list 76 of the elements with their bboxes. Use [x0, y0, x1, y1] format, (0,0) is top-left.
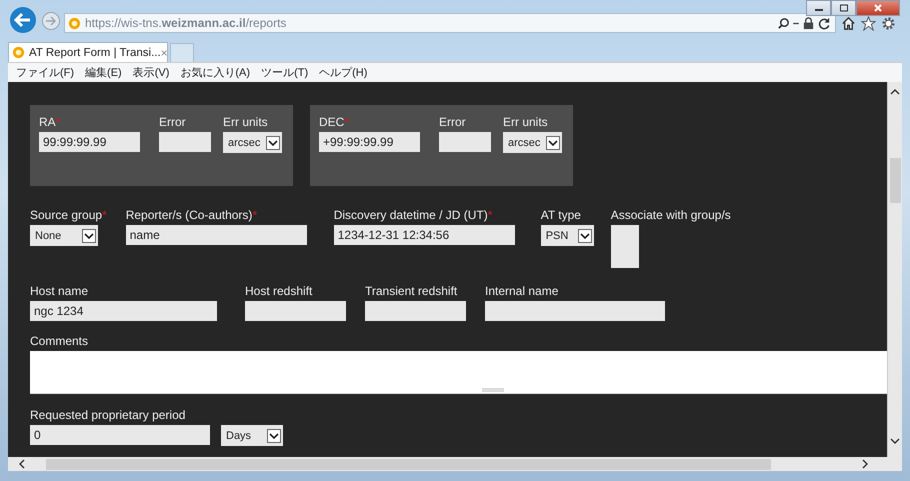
field-label: RA* [39, 115, 62, 129]
field-label: AT type [540, 208, 582, 222]
caret-icon [266, 136, 280, 150]
lock-icon[interactable] [802, 16, 815, 30]
scroll-right-icon[interactable] [861, 459, 869, 469]
maximize-button[interactable] [831, 0, 856, 16]
field-label: Comments [30, 334, 90, 348]
caret-icon [82, 228, 96, 242]
back-icon[interactable] [9, 6, 37, 34]
field-label: Requested proprietary period [30, 408, 186, 422]
vertical-scrollbar[interactable] [887, 82, 902, 457]
field-label: Source group* [30, 208, 107, 222]
required-mark: * [344, 115, 350, 129]
field-label: Associate with group/s [610, 208, 731, 222]
menu-item[interactable]: 表示(V) [132, 65, 170, 80]
field-label: Reporter/s (Co-authors)* [126, 208, 258, 222]
minimize-button[interactable] [806, 0, 831, 16]
scroll-up-icon[interactable] [890, 88, 900, 96]
caret-icon [546, 136, 560, 150]
coordinate-input[interactable]: +99:99:99.99 [319, 132, 420, 152]
menu-item[interactable]: 編集(E) [85, 65, 122, 80]
error-input[interactable] [159, 132, 211, 152]
site-icon [12, 46, 25, 59]
menu-item[interactable]: ツール(T) [261, 65, 308, 80]
required-mark: * [56, 115, 60, 129]
field-label: DEC* [319, 115, 350, 129]
field-label: Discovery datetime / JD (UT)* [334, 208, 494, 222]
menu-item[interactable]: ファイル(F) [16, 65, 74, 80]
resize-grip-icon [482, 388, 504, 392]
text-input[interactable] [245, 301, 346, 321]
star-icon[interactable] [861, 16, 876, 30]
field-label: Host name [30, 284, 90, 298]
menu-item[interactable]: ヘルプ(H) [319, 65, 368, 80]
caret-icon [578, 228, 592, 242]
settings-icon[interactable] [881, 16, 896, 30]
scroll-left-icon[interactable] [18, 459, 26, 469]
tab-close-button[interactable]: × [160, 46, 168, 60]
field-label: Host redshift [245, 284, 314, 298]
search-icon[interactable] [777, 16, 790, 30]
text-input[interactable]: name [126, 225, 307, 245]
required-mark: * [102, 208, 107, 222]
maximize-icon [838, 4, 848, 12]
required-mark: * [488, 208, 492, 222]
units-select[interactable]: arcsec [503, 132, 562, 153]
text-input[interactable]: 1234-12-31 12:34:56 [334, 225, 515, 245]
close-button[interactable] [856, 0, 900, 16]
site-icon [68, 16, 81, 30]
text-input[interactable]: ngc 1234 [30, 301, 217, 321]
scrollbar-thumb[interactable] [46, 458, 771, 470]
refresh-icon[interactable] [818, 16, 831, 30]
close-icon [873, 4, 883, 12]
scrollbar-thumb[interactable] [890, 158, 900, 203]
units-select[interactable]: arcsec [223, 132, 282, 153]
menu-item[interactable]: お気に入り(A) [180, 65, 250, 80]
field-label: Internal name [485, 284, 560, 298]
field-label: Error [439, 115, 467, 129]
tab-title: AT Report Form | Transi... [29, 46, 161, 58]
text-input[interactable] [365, 301, 466, 321]
coordinate-input[interactable]: 99:99:99.99 [39, 132, 140, 152]
field-label: Transient redshift [365, 284, 458, 298]
field-label: Err units [503, 115, 549, 129]
dropdown[interactable]: None [30, 225, 98, 246]
browser-tab[interactable]: AT Report Form | Transi...× [8, 42, 168, 62]
text-input[interactable] [485, 301, 665, 321]
caret-icon [267, 428, 281, 442]
field-label: Error [159, 115, 187, 129]
horizontal-scrollbar[interactable] [8, 457, 902, 471]
required-mark: * [252, 208, 258, 222]
scroll-down-icon[interactable] [890, 437, 900, 445]
unit-select[interactable]: Days [221, 425, 283, 446]
period-input[interactable]: 0 [30, 425, 210, 445]
url-text: https://wis-tns.weizmann.ac.il/reports [85, 16, 286, 30]
error-input[interactable] [439, 132, 491, 152]
home-icon[interactable] [841, 16, 856, 30]
dropdown[interactable]: PSN [540, 225, 594, 246]
field-label: Err units [223, 115, 269, 129]
